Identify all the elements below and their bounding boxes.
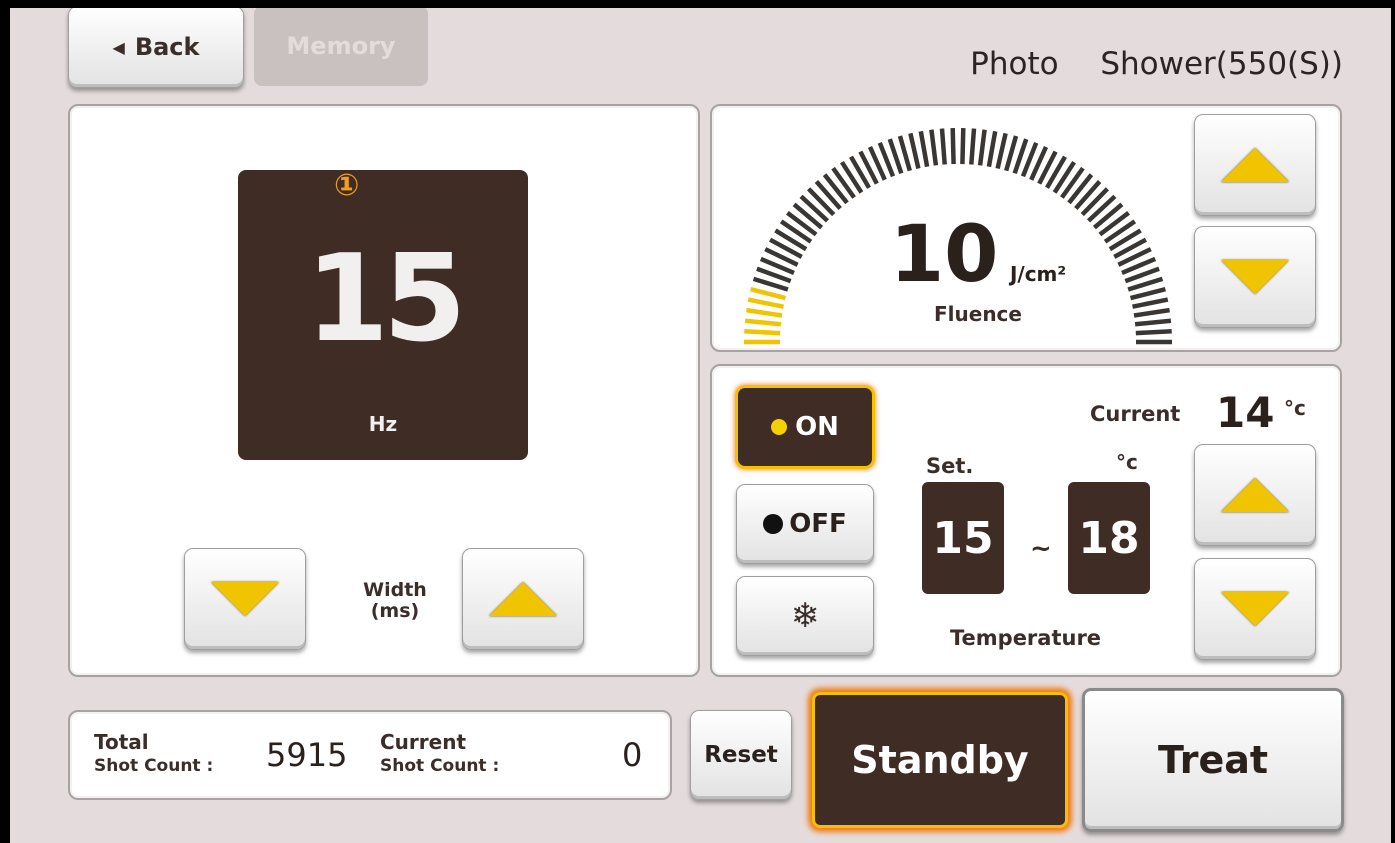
gauge-tick <box>908 132 921 169</box>
gauge-tick-lit <box>750 287 787 301</box>
gauge-tick <box>1092 202 1124 230</box>
gauge-tick <box>1134 318 1172 327</box>
gauge-tick <box>792 202 824 230</box>
set-high-display: 18 <box>1068 482 1150 594</box>
mode-title: Photo Shower(550(S)) <box>970 46 1343 82</box>
on-label: ON <box>795 412 839 442</box>
set-label: Set. <box>926 454 974 478</box>
total-shot-count-value: 5915 <box>266 736 348 774</box>
reset-button[interactable]: Reset <box>690 710 792 800</box>
triangle-down-icon <box>1221 592 1289 626</box>
gauge-tick-lit <box>744 329 781 336</box>
gauge-tick <box>1004 135 1019 172</box>
width-increase-button[interactable] <box>462 548 584 650</box>
gauge-tick <box>918 130 930 168</box>
snowflake-button[interactable]: ❄ <box>736 576 874 656</box>
gauge-tick-lit <box>747 297 784 309</box>
gauge-tick <box>995 132 1008 169</box>
triangle-up-icon <box>489 582 557 616</box>
triangle-up-icon <box>1221 148 1289 182</box>
device-screen: ◀ Back Memory Photo Shower(550(S)) ① 15 … <box>10 8 1391 843</box>
gauge-tick <box>1135 329 1172 336</box>
status-dot-icon <box>763 514 784 534</box>
temperature-label: Temperature <box>950 626 1102 650</box>
gauge-tick <box>1129 287 1166 301</box>
frequency-value: 15 <box>305 230 467 369</box>
gauge-tick <box>929 129 939 166</box>
gauge-tick <box>799 194 830 223</box>
triangle-up-icon <box>1221 478 1289 512</box>
snowflake-icon: ❄ <box>790 596 820 636</box>
standby-label: Standby <box>851 738 1029 782</box>
gauge-tick <box>814 180 842 210</box>
cooling-panel: ON OFF ❄ Current 14 °c Set. °c 15 ~ 18 T… <box>710 364 1342 677</box>
panel-marker: ① <box>334 168 360 203</box>
gauge-tick <box>1132 297 1169 309</box>
back-label: Back <box>134 33 200 61</box>
treat-button[interactable]: Treat <box>1082 688 1344 832</box>
frequency-display: ① 15 Hz <box>238 168 528 460</box>
memory-button[interactable]: Memory <box>254 8 428 86</box>
off-label: OFF <box>789 509 847 539</box>
triangle-down-icon <box>211 582 279 616</box>
status-dot-icon <box>771 419 788 435</box>
gauge-tick <box>939 128 947 165</box>
treat-label: Treat <box>1157 738 1269 782</box>
fluence-increase-button[interactable] <box>1194 114 1316 216</box>
fluence-unit: J/cm² <box>1009 262 1067 286</box>
mode-label: Photo <box>970 46 1059 82</box>
width-decrease-button[interactable] <box>184 548 306 650</box>
frequency-unit: Hz <box>368 412 398 436</box>
gauge-tick <box>969 128 977 165</box>
fluence-panel: 10 J/cm² Fluence <box>710 104 1342 352</box>
set-unit: °c <box>1116 450 1138 474</box>
fluence-decrease-button[interactable] <box>1194 226 1316 328</box>
back-button[interactable]: ◀ Back <box>68 8 244 88</box>
gauge-tick <box>1074 180 1102 210</box>
gauge-tick <box>806 187 836 217</box>
reset-label: Reset <box>704 742 778 768</box>
standby-button[interactable]: Standby <box>812 692 1068 828</box>
current-shot-count-value: 0 <box>622 736 643 774</box>
gauge-tick <box>1133 307 1170 318</box>
triangle-down-icon <box>1221 260 1289 294</box>
gauge-tick <box>986 130 998 168</box>
fluence-label: Fluence <box>934 302 1022 326</box>
gauge-tick <box>822 173 849 205</box>
set-low-display: 15 <box>922 482 1004 594</box>
gauge-tick <box>977 129 987 166</box>
filter-label: Shower(550(S)) <box>1100 46 1343 82</box>
width-label: Width (ms) <box>363 579 427 622</box>
current-temp-unit: °c <box>1284 396 1306 420</box>
back-arrow-icon: ◀ <box>112 37 125 57</box>
temperature-decrease-button[interactable] <box>1194 558 1316 660</box>
cooling-on-button[interactable]: ON <box>738 388 872 466</box>
shot-counter-panel: Total Shot Count : 5915 Current Shot Cou… <box>68 710 672 800</box>
gauge-tick <box>1067 173 1094 205</box>
gauge-tick-lit <box>744 318 782 327</box>
current-temp-value: 14 <box>1216 388 1275 437</box>
current-shot-count-label: Current Shot Count : <box>380 730 500 776</box>
gauge-tick <box>950 128 956 165</box>
gauge-tick <box>960 128 966 165</box>
fluence-value: 10 <box>889 210 999 300</box>
total-shot-count-label: Total Shot Count : <box>94 730 214 776</box>
fluence-readout: 10 J/cm² <box>858 210 1098 300</box>
cooling-off-button[interactable]: OFF <box>736 484 874 564</box>
range-separator: ~ <box>1030 534 1052 564</box>
gauge-tick-lit <box>746 307 783 318</box>
gauge-tick <box>897 135 912 172</box>
current-temp-label: Current <box>1090 402 1181 426</box>
temperature-increase-button[interactable] <box>1194 444 1316 546</box>
memory-label: Memory <box>286 32 396 60</box>
pulse-panel: ① 15 Hz Width (ms) <box>68 104 700 677</box>
